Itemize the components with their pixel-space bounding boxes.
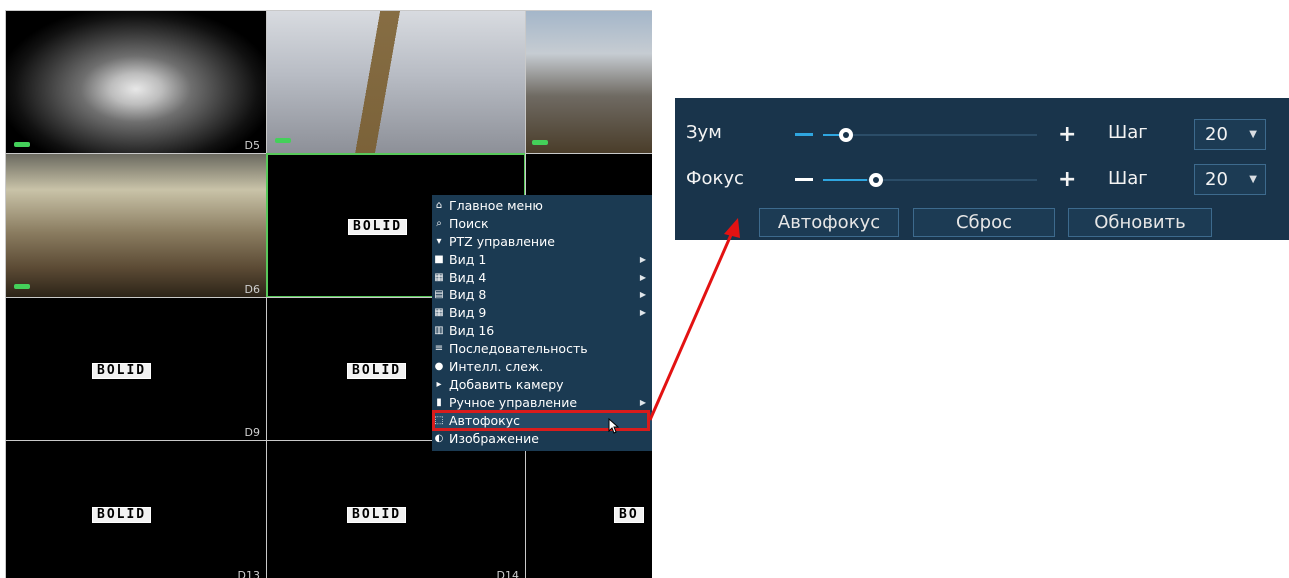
reset-button[interactable]: Сброс xyxy=(913,208,1055,237)
camera-feed-fisheye xyxy=(6,11,266,153)
refresh-button[interactable]: Обновить xyxy=(1068,208,1212,237)
camera-cell-d2[interactable] xyxy=(266,10,526,154)
view8-icon: ▤ xyxy=(434,289,444,301)
camera-label: D14 xyxy=(496,569,519,578)
image-icon: ◐ xyxy=(434,432,444,444)
camera-label: D6 xyxy=(244,283,260,296)
view4-icon: ▦ xyxy=(434,271,444,283)
camera-cell-d1[interactable]: D5 xyxy=(5,10,267,154)
camera-label: D9 xyxy=(244,426,260,439)
menu-item-label: Вид 1 xyxy=(449,251,487,267)
ptz-icon: ▾ xyxy=(436,235,442,247)
chevron-right-icon: ▶ xyxy=(639,308,646,318)
focus-step-value: 20 xyxy=(1205,169,1228,190)
menu-item-5[interactable]: ▦ Вид 4 ▶ xyxy=(432,269,652,287)
zoom-step-select[interactable]: 20 ▼ xyxy=(1194,119,1266,150)
menu-item-3[interactable]: ▾ PTZ управление xyxy=(432,233,652,251)
view1-icon: ■ xyxy=(434,253,444,265)
home-icon: ⌂ xyxy=(435,200,443,211)
sequence-icon: ≡ xyxy=(434,343,444,355)
chevron-right-icon: ▶ xyxy=(639,254,646,264)
menu-item-label: Последовательность xyxy=(449,341,588,357)
menu-item-7[interactable]: ▦ Вид 9 ▶ xyxy=(432,304,652,322)
camera-feed-office xyxy=(526,11,652,153)
camera-cell-d3[interactable] xyxy=(525,10,652,154)
focus-minus-button[interactable] xyxy=(795,178,813,181)
focus-label: Фокус xyxy=(686,168,744,189)
view9-icon: ▦ xyxy=(434,307,444,319)
menu-item-label: Вид 4 xyxy=(449,269,487,285)
bolid-logo-partial: BO xyxy=(614,507,644,523)
zoom-step-label: Шаг xyxy=(1108,122,1148,143)
ptz-control-panel: Зум + Шаг 20 ▼ Фокус + Шаг 20 ▼ Автофоку… xyxy=(675,98,1289,240)
camera-feed-corridor xyxy=(267,11,525,153)
camera-feed-hall xyxy=(6,154,266,297)
menu-item-6[interactable]: ▤ Вид 8 ▶ xyxy=(432,286,652,304)
focus-slider-fill xyxy=(823,179,867,181)
camera-cell-d15[interactable]: BO xyxy=(525,440,652,578)
menu-item-12[interactable]: ▮ Ручное управление ▶ xyxy=(432,394,652,412)
live-indicator-icon xyxy=(532,140,548,145)
bolid-logo: BOLID xyxy=(92,363,152,379)
bolid-logo: BOLID xyxy=(347,363,407,379)
camera-label: D5 xyxy=(244,139,260,152)
menu-item-label: Изображение xyxy=(449,430,539,446)
bolid-logo: BOLID xyxy=(92,507,152,523)
menu-item-label: Интелл. слеж. xyxy=(449,359,544,375)
zoom-slider-handle[interactable] xyxy=(839,128,853,142)
view16-icon: ▥ xyxy=(434,325,444,337)
menu-item-label: Вид 8 xyxy=(449,287,487,303)
add-camera-icon: ▸ xyxy=(436,378,442,390)
menu-item-label: Ручное управление xyxy=(449,394,578,410)
zoom-slider-track[interactable] xyxy=(823,134,1037,136)
zoom-label: Зум xyxy=(686,122,722,143)
focus-step-select[interactable]: 20 ▼ xyxy=(1194,164,1266,195)
menu-item-10[interactable]: ● Интелл. слеж. xyxy=(432,358,652,376)
search-icon: ⌕ xyxy=(436,217,442,229)
menu-item-9[interactable]: ≡ Последовательность xyxy=(432,340,652,358)
mouse-cursor-icon xyxy=(608,418,620,434)
zoom-minus-button[interactable] xyxy=(795,133,813,136)
camera-cell-d5[interactable]: D6 xyxy=(5,153,267,298)
bolid-logo: BOLID xyxy=(348,219,408,235)
menu-item-label: PTZ управление xyxy=(449,233,555,249)
menu-item-label: Добавить камеру xyxy=(449,376,564,392)
menu-item-4[interactable]: ■ Вид 1 ▶ xyxy=(432,251,652,269)
camera-cell-d13[interactable]: BOLID D13 xyxy=(5,440,267,578)
focus-step-label: Шаг xyxy=(1108,168,1148,189)
menu-item-label: Поиск xyxy=(449,215,489,231)
menu-item-2[interactable]: ⌕ Поиск xyxy=(432,215,652,233)
zoom-step-value: 20 xyxy=(1205,124,1228,145)
live-indicator-icon xyxy=(275,138,291,143)
chevron-down-icon: ▼ xyxy=(1249,129,1257,140)
camera-cell-d14[interactable]: BOLID D14 xyxy=(266,440,526,578)
bolid-logo: BOLID xyxy=(347,507,407,523)
tracking-icon: ● xyxy=(434,361,444,373)
menu-item-label: Главное меню xyxy=(449,198,543,213)
chevron-right-icon: ▶ xyxy=(639,272,646,282)
menu-item-label: Вид 9 xyxy=(449,305,487,321)
menu-item-label: Вид 16 xyxy=(449,323,495,339)
chevron-right-icon: ▶ xyxy=(639,290,646,300)
camera-label: D13 xyxy=(237,569,260,578)
zoom-plus-button[interactable]: + xyxy=(1058,124,1076,146)
camera-cell-d9[interactable]: BOLID D9 xyxy=(5,297,267,441)
focus-slider-handle[interactable] xyxy=(869,173,883,187)
focus-plus-button[interactable]: + xyxy=(1058,169,1076,191)
menu-item-11[interactable]: ▸ Добавить камеру xyxy=(432,376,652,394)
chevron-down-icon: ▼ xyxy=(1249,174,1257,185)
menu-item-8[interactable]: ▥ Вид 16 xyxy=(432,322,652,340)
live-indicator-icon xyxy=(14,142,30,147)
menu-item-1[interactable]: ⌂ Главное меню xyxy=(432,197,652,215)
autofocus-button[interactable]: Автофокус xyxy=(759,208,899,237)
live-indicator-icon xyxy=(14,284,30,289)
